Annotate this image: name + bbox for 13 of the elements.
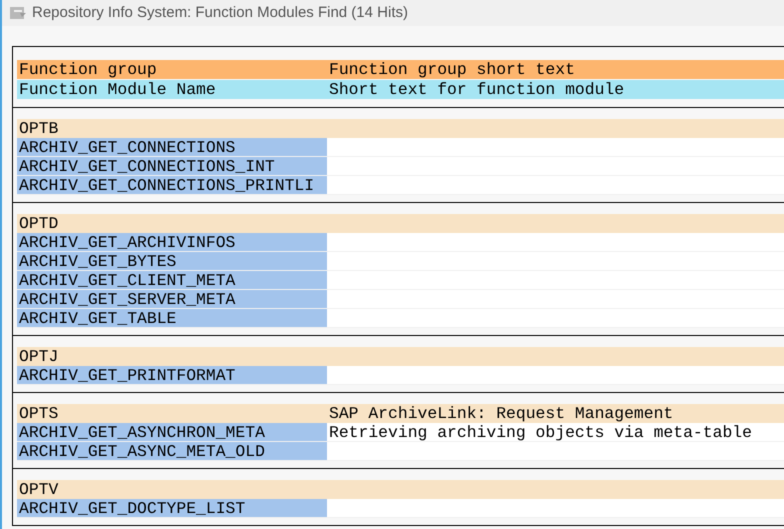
column-label: Function group short text — [329, 60, 575, 79]
function-group: OPTD — [19, 214, 58, 233]
group-short-text: SAP ArchiveLink: Request Management — [329, 404, 674, 423]
screen-icon — [10, 7, 26, 19]
column-label: Function group — [19, 60, 157, 79]
column-label: Function Module Name — [19, 80, 216, 99]
column-label: Short text for function module — [329, 80, 624, 99]
function-group: OPTB — [19, 119, 58, 138]
function-group: OPTS — [19, 404, 58, 423]
function-group: OPTV — [19, 480, 58, 499]
function-group: OPTJ — [19, 347, 58, 366]
window-title: Repository Info System: Function Modules Find (14 Hits) — [32, 2, 408, 23]
module-short-text: Retrieving archiving objects via meta-table — [329, 423, 752, 442]
